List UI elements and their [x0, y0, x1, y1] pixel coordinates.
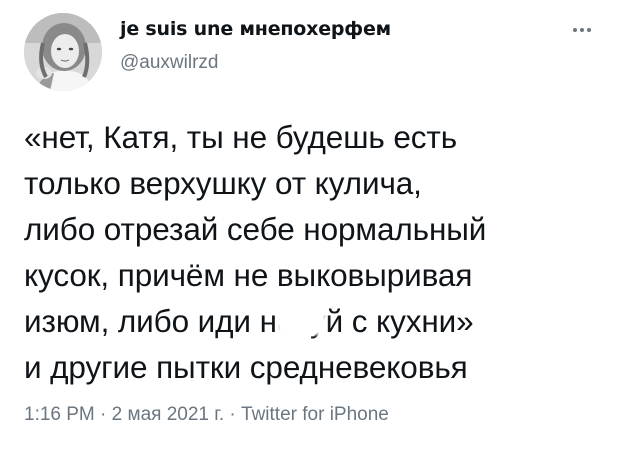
tweet-metadata: 1:16 PM · 2 мая 2021 г. · Twitter for iP… [24, 404, 389, 426]
user-handle[interactable]: @auxwilrzd [120, 52, 218, 74]
tweet-text-line: изюм, либо иди нахуй с кухни» [24, 303, 474, 339]
more-horizontal-icon [580, 28, 584, 32]
display-name[interactable]: je suis une мнепохерфем [120, 18, 391, 40]
avatar-image [24, 13, 102, 91]
tweet-text-line: и другие пытки средневековья [24, 349, 468, 385]
tweet-text-line: либо отрезай себе нормальный [24, 211, 487, 247]
tweet-text-line: «нет, Катя, ты не будешь есть [24, 119, 458, 155]
tweet-card: je suis une мнепохерфем @auxwilrzd «нет,… [0, 0, 620, 454]
tweet-text-line-censored: изюм, либо иди нахуй с кухни» [24, 298, 604, 344]
tweet-date[interactable]: 2 мая 2021 г. [112, 404, 224, 425]
tweet-text-line: кусок, причём не выковыривая [24, 257, 473, 293]
tweet-time[interactable]: 1:16 PM [24, 404, 95, 425]
more-horizontal-icon [573, 28, 577, 32]
tweet-source[interactable]: Twitter for iPhone [241, 404, 389, 425]
meta-separator: · [229, 404, 236, 425]
avatar[interactable] [24, 13, 102, 91]
tweet-text-line: только верхушку от кулича, [24, 165, 422, 201]
tweet-text: «нет, Катя, ты не будешь есть только вер… [24, 114, 604, 390]
meta-separator: · [100, 404, 107, 425]
more-button[interactable] [566, 18, 598, 42]
more-horizontal-icon [587, 28, 591, 32]
censor-blur [276, 307, 326, 335]
